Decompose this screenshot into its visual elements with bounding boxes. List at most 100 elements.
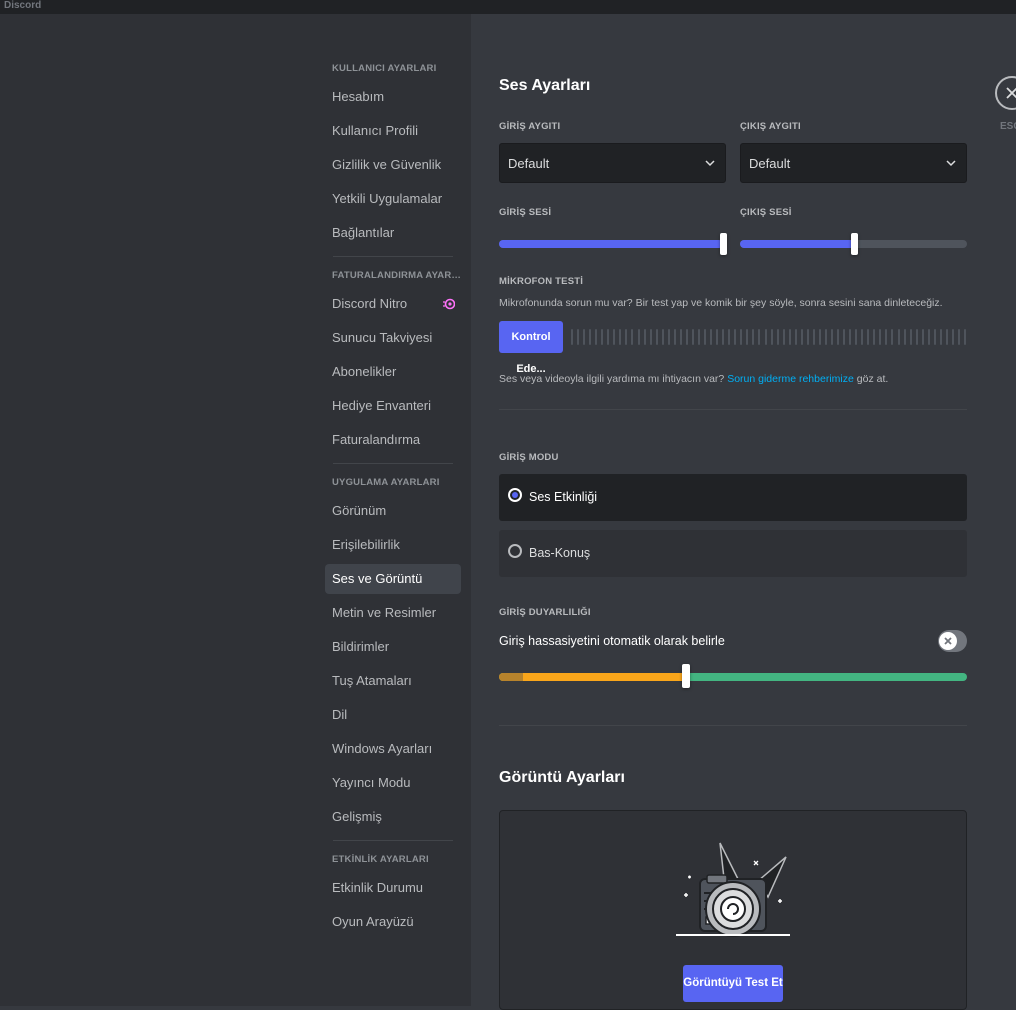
input-sensitivity-label: GİRİŞ DUYARLILIĞI	[499, 607, 591, 618]
mic-level-bar	[855, 329, 858, 345]
mic-level-bar	[885, 329, 888, 345]
voice-settings-title: Ses Ayarları	[499, 77, 591, 94]
sidebar-item-dil[interactable]: Dil	[325, 700, 461, 730]
sidebar-item-windows-ayarlari[interactable]: Windows Ayarları	[325, 734, 461, 764]
sidebar-item-label: Oyun Arayüzü	[332, 914, 414, 929]
mic-level-bar	[770, 329, 773, 345]
sidebar-item-label: Abonelikler	[332, 364, 397, 379]
toggle-knob	[939, 632, 957, 650]
mic-level-bar	[728, 329, 731, 345]
sidebar-item-faturalandirma[interactable]: Faturalandırma	[325, 425, 461, 455]
sidebar-item-label: Kullanıcı Profili	[332, 123, 418, 138]
mic-level-bar	[589, 329, 592, 345]
input-volume-slider[interactable]	[499, 233, 727, 255]
sidebar-category-label: UYGULAMA AYARLARI	[332, 477, 440, 488]
mic-level-bar	[758, 329, 761, 345]
output-volume-slider[interactable]	[740, 233, 967, 255]
sidebar-item-label: Gizlilik ve Güvenlik	[332, 157, 442, 172]
sidebar-item-gorunum[interactable]: Görünüm	[325, 496, 461, 526]
troubleshooting-link[interactable]: Sorun giderme rehberimize	[727, 373, 854, 385]
output-volume-handle[interactable]	[850, 233, 858, 255]
radio-unselected-icon	[508, 544, 522, 558]
sidebar-item-label: Hesabım	[332, 89, 385, 104]
help-suffix: göz at.	[856, 373, 889, 385]
video-settings-title: Görüntü Ayarları	[499, 769, 625, 786]
sidebar-item-label: Metin ve Resimler	[332, 605, 437, 620]
sidebar-item-tus-atamalari[interactable]: Tuş Atamaları	[325, 666, 461, 696]
mic-level-bar	[891, 329, 894, 345]
mic-level-bar	[583, 329, 586, 345]
sidebar-item-label: Sunucu Takviyesi	[332, 330, 433, 345]
section-divider	[499, 409, 967, 410]
mic-level-bar	[903, 329, 906, 345]
sidebar-item-label: Hediye Envanteri	[332, 398, 431, 413]
mic-level-bar	[776, 329, 779, 345]
sidebar-item-abonelikler[interactable]: Abonelikler	[325, 357, 461, 387]
mic-level-bar	[577, 329, 580, 345]
sidebar-item-label: Tuş Atamaları	[332, 673, 412, 688]
mic-test-button[interactable]: Kontrol Ede...	[499, 321, 563, 375]
mic-level-bar	[691, 329, 694, 345]
close-settings-button[interactable]	[995, 76, 1016, 110]
sidebar-item-metin-ve-resimler[interactable]: Metin ve Resimler	[325, 598, 461, 628]
sidebar-item-label: Yetkili Uygulamalar	[332, 191, 443, 206]
sidebar-item-label: Etkinlik Durumu	[332, 880, 424, 895]
sidebar-item-etkinlik-durumu[interactable]: Etkinlik Durumu	[325, 873, 461, 903]
sidebar-item-gelismis[interactable]: Gelişmiş	[325, 802, 461, 832]
sensitivity-active-range	[499, 673, 687, 681]
sidebar-item-label: Gelişmiş	[332, 809, 382, 824]
mic-level-bar	[661, 329, 664, 345]
sidebar-item-ses-ve-goruntu[interactable]: Ses ve Görüntü	[325, 564, 461, 594]
mic-level-bar	[631, 329, 634, 345]
sidebar-item-label: Yayıncı Modu	[332, 775, 411, 790]
input-volume-handle[interactable]	[720, 233, 727, 255]
sidebar-item-hediye-envanteri[interactable]: Hediye Envanteri	[325, 391, 461, 421]
close-icon	[1006, 87, 1016, 99]
mic-level-bar	[601, 329, 604, 345]
mic-level-bar	[909, 329, 912, 345]
test-video-button[interactable]: Görüntüyü Test Et	[683, 965, 783, 1002]
sidebar-divider	[333, 256, 453, 257]
mic-level-bar	[849, 329, 852, 345]
mic-level-meter	[571, 327, 967, 347]
sidebar-item-oyun-arayuzu[interactable]: Oyun Arayüzü	[325, 907, 461, 937]
sidebar-item-sunucu-takviyesi[interactable]: Sunucu Takviyesi	[325, 323, 461, 353]
sidebar-item-baglantilar[interactable]: Bağlantılar	[325, 218, 461, 248]
mic-level-bar	[673, 329, 676, 345]
sidebar-item-erisilebilirlik[interactable]: Erişilebilirlik	[325, 530, 461, 560]
auto-sensitivity-toggle[interactable]	[938, 630, 967, 652]
mic-level-bar	[843, 329, 846, 345]
mic-level-bar	[643, 329, 646, 345]
video-preview-box: Görüntüyü Test Et	[499, 810, 967, 1010]
mic-level-bar	[879, 329, 882, 345]
sidebar-item-label: Windows Ayarları	[332, 741, 433, 756]
sidebar-item-gizlilik-ve-guvenlik[interactable]: Gizlilik ve Güvenlik	[325, 150, 461, 180]
mic-level-bar	[571, 329, 573, 345]
chevron-down-icon	[946, 160, 956, 167]
input-device-label: GİRİŞ AYGITI	[499, 121, 561, 132]
radio-label: Bas-Konuş	[529, 546, 591, 560]
sidebar-category-label: FATURALANDIRMA AYARLA...	[332, 270, 461, 281]
settings-nav: KULLANICI AYARLARI Hesabım Kullanıcı Profi…	[325, 62, 461, 941]
sidebar-item-hesabim[interactable]: Hesabım	[325, 82, 461, 112]
sidebar-item-kullanici-profili[interactable]: Kullanıcı Profili	[325, 116, 461, 146]
mic-level-bar	[746, 329, 749, 345]
input-device-select[interactable]: Default	[499, 143, 726, 183]
sidebar-item-yayinci-modu[interactable]: Yayıncı Modu	[325, 768, 461, 798]
sensitivity-handle[interactable]	[682, 664, 691, 688]
sidebar-divider	[333, 463, 453, 464]
sidebar-item-yetkili-uygulamalar[interactable]: Yetkili Uygulamalar	[325, 184, 461, 214]
mic-level-bar	[697, 329, 700, 345]
mic-level-bar	[782, 329, 785, 345]
sidebar-category-label: KULLANICI AYARLARI	[332, 63, 437, 74]
radio-voice-activity[interactable]: Ses Etkinliği	[499, 474, 967, 521]
help-prefix: Ses veya videoyla ilgili yardıma mı ihti…	[499, 373, 725, 385]
close-icon	[944, 637, 952, 645]
mic-level-bar	[831, 329, 834, 345]
sidebar-item-bildirimler[interactable]: Bildirimler	[325, 632, 461, 662]
output-device-select[interactable]: Default	[740, 143, 967, 183]
radio-push-to-talk[interactable]: Bas-Konuş	[499, 530, 967, 577]
sensitivity-bar[interactable]	[499, 673, 967, 681]
sidebar-item-discord-nitro[interactable]: Discord Nitro	[325, 289, 461, 319]
mic-level-bar	[837, 329, 840, 345]
